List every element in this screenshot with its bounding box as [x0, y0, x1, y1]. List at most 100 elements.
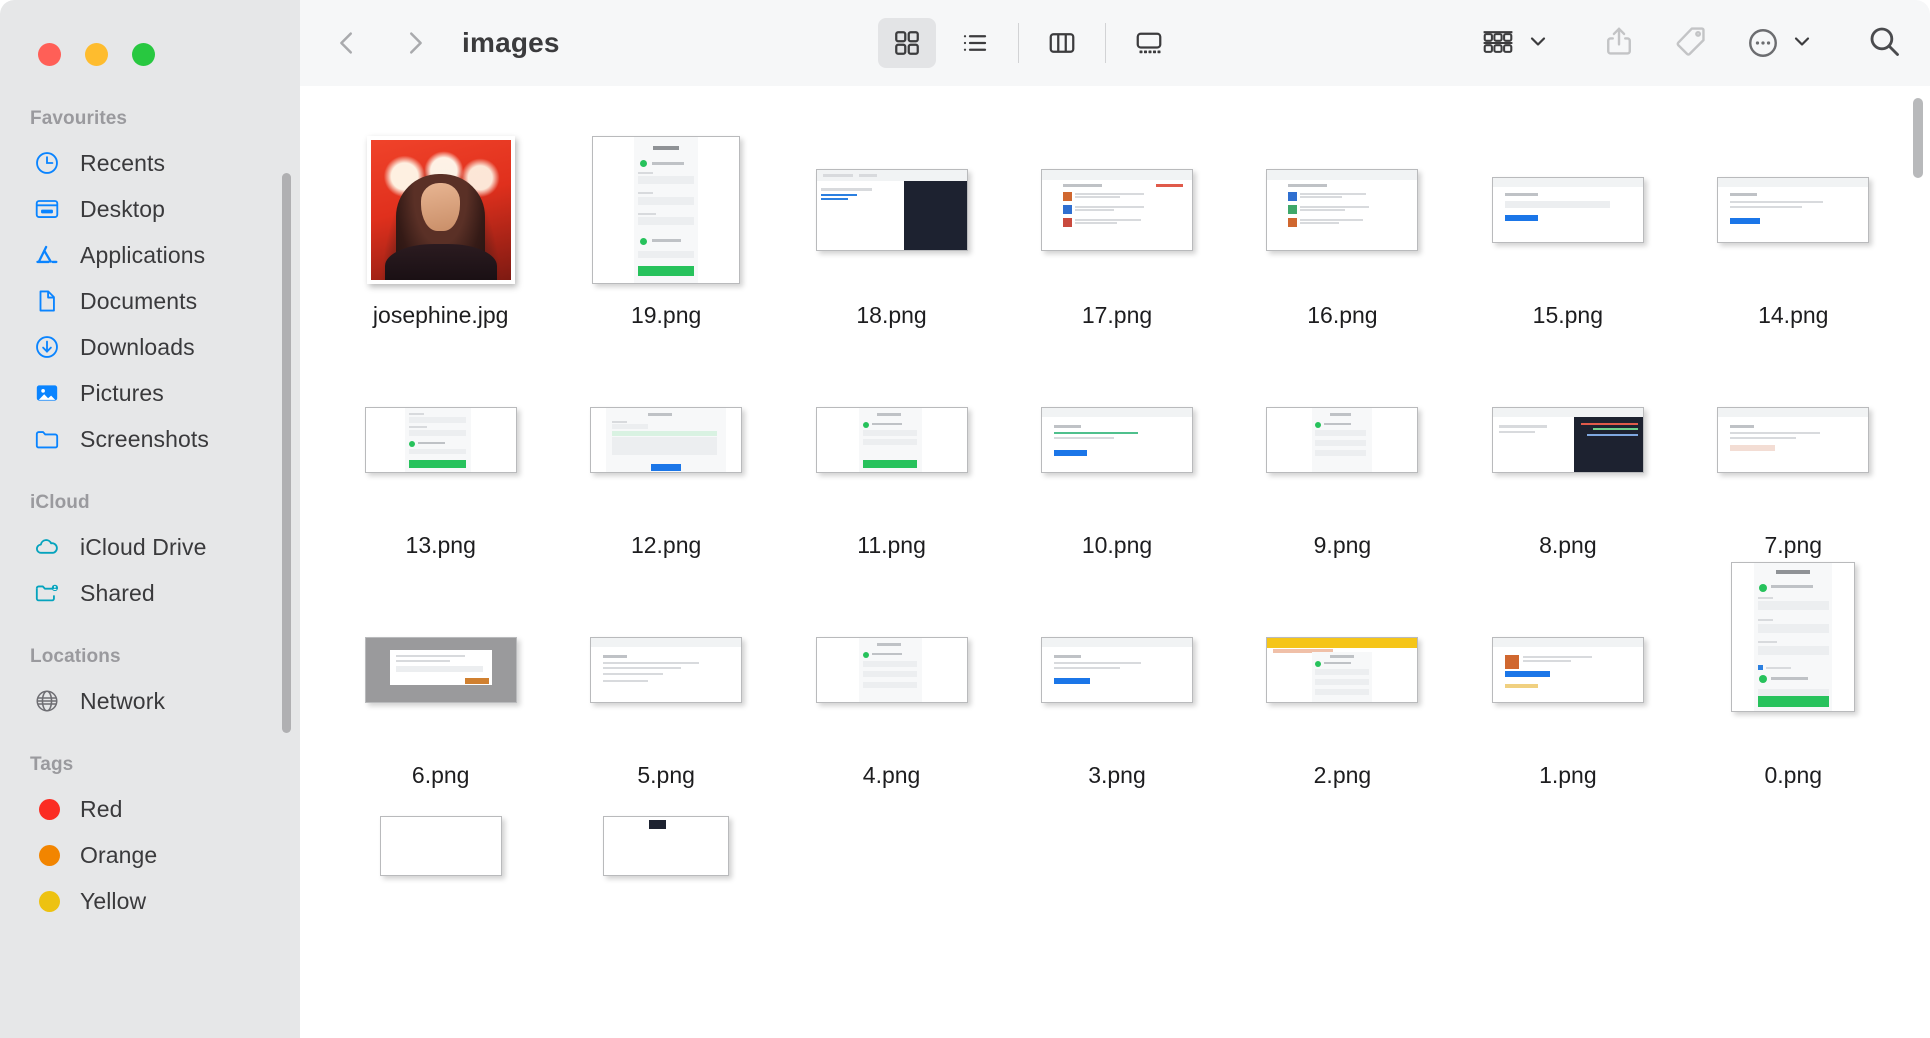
sidebar-item-screenshots[interactable]: Screenshots: [0, 416, 300, 462]
close-button[interactable]: [38, 43, 61, 66]
sidebar-item-label: Red: [80, 795, 123, 822]
gallery-view-button[interactable]: [1120, 18, 1178, 68]
file-item[interactable]: 12.png: [553, 356, 778, 586]
file-item[interactable]: 6.png: [328, 586, 553, 816]
file-item[interactable]: 7.png: [1681, 356, 1906, 586]
file-grid: josephine.jpg 19.png 18.png 17.png 16.pn…: [300, 86, 1930, 1038]
group-by-button[interactable]: [1480, 26, 1550, 60]
file-item[interactable]: 9.png: [1230, 356, 1455, 586]
sidebar: Favourites Recents Desktop Applications …: [0, 0, 300, 1038]
file-name: 0.png: [1764, 762, 1823, 788]
zoom-button[interactable]: [132, 43, 155, 66]
sidebar-item-tag-orange[interactable]: Orange: [0, 832, 300, 878]
more-options-button[interactable]: [1746, 26, 1814, 60]
dialog-thumbnail: [590, 407, 743, 473]
file-item[interactable]: 17.png: [1004, 126, 1229, 356]
sidebar-item-applications[interactable]: Applications: [0, 232, 300, 278]
tag-dot-icon: [32, 886, 62, 916]
file-item[interactable]: 8.png: [1455, 356, 1680, 586]
sidebar-item-tag-red[interactable]: Red: [0, 786, 300, 832]
icon-view-button[interactable]: [877, 18, 936, 68]
browser-form-thumbnail: [1491, 177, 1644, 243]
signup-tall-thumbnail: [1731, 562, 1856, 712]
file-item[interactable]: 10.png: [1004, 356, 1229, 586]
file-item[interactable]: 3.png: [1004, 586, 1229, 816]
file-name: 15.png: [1532, 302, 1604, 328]
thumbnail: [1004, 126, 1229, 294]
sidebar-item-network[interactable]: Network: [0, 678, 300, 724]
file-item[interactable]: 5.png: [553, 586, 778, 816]
sidebar-item-recents[interactable]: Recents: [0, 140, 300, 186]
file-item[interactable]: [553, 816, 778, 1038]
file-name: 17.png: [1081, 302, 1153, 328]
file-name: 19.png: [630, 302, 702, 328]
file-name: 13.png: [405, 532, 476, 558]
sidebar-section-favourites-title: Favourites: [30, 108, 128, 129]
file-item[interactable]: 4.png: [779, 586, 1004, 816]
share-button[interactable]: [1602, 24, 1636, 63]
file-item[interactable]: 18.png: [779, 126, 1004, 356]
file-name: 5.png: [637, 762, 695, 788]
sidebar-scrollbar[interactable]: [282, 173, 291, 733]
sidebar-item-label: iCloud Drive: [80, 533, 207, 560]
thumbnail: [779, 356, 1004, 524]
sidebar-item-label: Yellow: [80, 887, 147, 914]
back-button[interactable]: [322, 18, 372, 68]
thumbnail: [553, 126, 778, 294]
download-icon: [32, 332, 62, 362]
file-item[interactable]: 11.png: [779, 356, 1004, 586]
browser-form-thumbnail: [1040, 407, 1193, 473]
thumbnail: [553, 816, 778, 984]
sidebar-item-label: Recents: [80, 149, 166, 176]
file-name: 7.png: [1764, 532, 1823, 558]
file-name: 18.png: [856, 302, 927, 328]
file-item[interactable]: 0.png: [1681, 562, 1906, 816]
tag-dot-icon: [32, 840, 62, 870]
sidebar-item-documents[interactable]: Documents: [0, 278, 300, 324]
thumbnail: [1681, 562, 1906, 754]
sidebar-item-downloads[interactable]: Downloads: [0, 324, 300, 370]
sidebar-scroll-area: Favourites Recents Desktop Applications …: [0, 66, 300, 924]
file-item[interactable]: 15.png: [1455, 126, 1680, 356]
sidebar-item-pictures[interactable]: Pictures: [0, 370, 300, 416]
file-item[interactable]: 16.png: [1230, 126, 1455, 356]
search-button[interactable]: [1866, 23, 1902, 64]
thumbnail: [1681, 356, 1906, 524]
file-item[interactable]: 13.png: [328, 356, 553, 586]
folder-icon: [32, 424, 62, 454]
file-item[interactable]: 1.png: [1455, 586, 1680, 816]
finder-window: Favourites Recents Desktop Applications …: [0, 0, 1930, 1038]
file-item[interactable]: 2.png: [1230, 586, 1455, 816]
file-item[interactable]: [328, 816, 553, 1038]
sidebar-item-tag-yellow[interactable]: Yellow: [0, 878, 300, 924]
thumbnail: [553, 586, 778, 754]
forward-button[interactable]: [390, 18, 440, 68]
sidebar-item-icloud-drive[interactable]: iCloud Drive: [0, 524, 300, 570]
sidebar-item-shared[interactable]: Shared: [0, 570, 300, 616]
sidebar-item-label: Network: [80, 687, 166, 714]
file-item[interactable]: josephine.jpg: [328, 126, 553, 356]
content-scrollbar[interactable]: [1913, 98, 1923, 178]
browser-list-thumbnail: [1040, 169, 1193, 251]
thumbnail: [1455, 126, 1680, 294]
file-name: 2.png: [1313, 762, 1372, 788]
tags-button[interactable]: [1674, 24, 1708, 63]
toolbar-right: [1480, 23, 1902, 64]
file-name: josephine.jpg: [372, 302, 509, 328]
thumbnail: [328, 126, 553, 294]
list-view-button[interactable]: [946, 18, 1004, 68]
file-item[interactable]: 19.png: [553, 126, 778, 356]
signup-yellow-thumbnail: [1266, 637, 1419, 703]
sidebar-section-tags-title: Tags: [30, 754, 74, 775]
sidebar-item-label: Orange: [80, 841, 158, 868]
file-item[interactable]: 14.png: [1681, 126, 1906, 356]
browser-dark-code-thumbnail: [1491, 407, 1644, 473]
sidebar-item-label: Pictures: [80, 379, 164, 406]
sidebar-item-desktop[interactable]: Desktop: [0, 186, 300, 232]
column-view-button[interactable]: [1033, 18, 1091, 68]
browser-form-thumbnail: [1717, 177, 1870, 243]
globe-icon: [32, 686, 62, 716]
toolbar-divider: [1104, 23, 1106, 63]
minimize-button[interactable]: [85, 43, 108, 66]
file-name: 8.png: [1539, 532, 1597, 558]
